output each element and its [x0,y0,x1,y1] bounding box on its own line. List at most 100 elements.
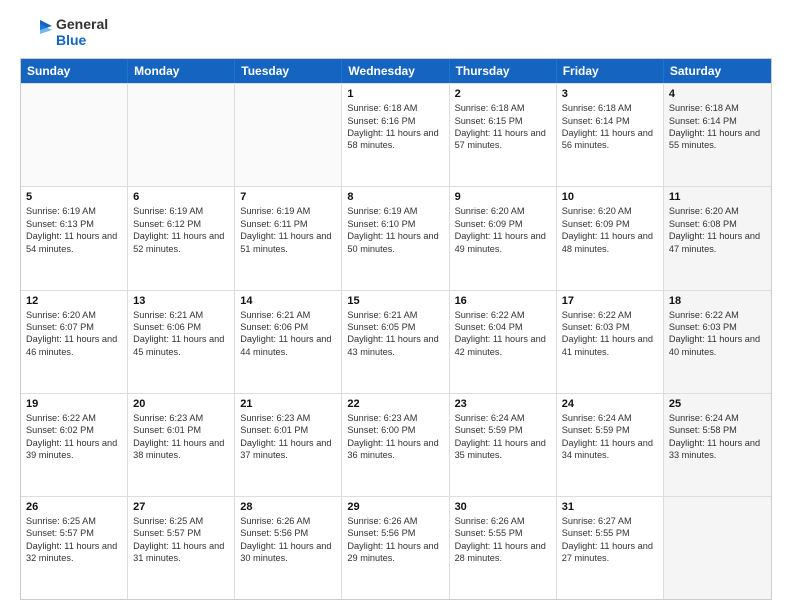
sunset-text: Sunset: 6:03 PM [562,321,658,333]
sunset-text: Sunset: 6:09 PM [455,218,551,230]
sunrise-text: Sunrise: 6:21 AM [347,309,443,321]
logo-bird-icon [20,16,52,48]
day-number: 6 [133,191,229,203]
sunset-text: Sunset: 6:13 PM [26,218,122,230]
day-cell-17: 17Sunrise: 6:22 AMSunset: 6:03 PMDayligh… [557,291,664,393]
day-number: 13 [133,295,229,307]
empty-cell-0-0 [21,84,128,186]
sunset-text: Sunset: 5:56 PM [240,527,336,539]
week-row-2: 5 Sunrise: 6:19 AMSunset: 6:13 PM Daylight… [21,186,771,289]
daylight-text: Daylight: 11 hours and 47 minutes. [669,230,766,255]
daylight-text: Daylight: 11 hours and 27 minutes. [562,540,658,565]
day-number: 15 [347,295,443,307]
sunrise-text: Sunrise: 6:18 AM [562,102,658,114]
sunset-text: Sunset: 6:09 PM [562,218,658,230]
day-cell-20: 20Sunrise: 6:23 AMSunset: 6:01 PMDayligh… [128,394,235,496]
sunset-text: Sunset: 6:04 PM [455,321,551,333]
empty-cell-4-6 [664,497,771,599]
day-number: 10 [562,191,658,203]
day-cell-31: 31Sunrise: 6:27 AMSunset: 5:55 PMDayligh… [557,497,664,599]
week-row-1: 1Sunrise: 6:18 AMSunset: 6:16 PMDaylight… [21,83,771,186]
sunrise-text: Sunrise: 6:23 AM [347,412,443,424]
sunrise-text: Sunrise: 6:20 AM [455,205,551,217]
sunrise-text: Sunrise: 6:22 AM [562,309,658,321]
day-number: 11 [669,191,766,203]
sunset-text: Sunset: 5:58 PM [669,424,766,436]
day-number: 14 [240,295,336,307]
daylight-text: Daylight: 11 hours and 55 minutes. [669,127,766,152]
daylight-text: Daylight: 11 hours and 56 minutes. [562,127,658,152]
day-cell-21: 21Sunrise: 6:23 AMSunset: 6:01 PMDayligh… [235,394,342,496]
day-cell-16: 16Sunrise: 6:22 AMSunset: 6:04 PMDayligh… [450,291,557,393]
day-cell-18: 18Sunrise: 6:22 AMSunset: 6:03 PMDayligh… [664,291,771,393]
daylight-text: Daylight: 11 hours and 52 minutes. [133,230,229,255]
sunset-text: Sunset: 5:59 PM [562,424,658,436]
sunset-text: Sunset: 6:15 PM [455,115,551,127]
daylight-text: Daylight: 11 hours and 31 minutes. [133,540,229,565]
sunset-text: Sunset: 6:01 PM [240,424,336,436]
day-cell-11: 11Sunrise: 6:20 AMSunset: 6:08 PMDayligh… [664,187,771,289]
sunrise-text: Sunrise: 6:24 AM [669,412,766,424]
sunset-text: Sunset: 6:16 PM [347,115,443,127]
week-row-5: 26Sunrise: 6:25 AMSunset: 5:57 PMDayligh… [21,496,771,599]
daylight-text: Daylight: 11 hours and 44 minutes. [240,333,336,358]
sunset-text: Sunset: 6:00 PM [347,424,443,436]
sunset-text: Sunset: 6:06 PM [133,321,229,333]
day-number: 8 [347,191,443,203]
sunrise-text: Sunrise: 6:26 AM [455,515,551,527]
sunset-text: Sunset: 6:12 PM [133,218,229,230]
daylight-text: Daylight: 11 hours and 34 minutes. [562,437,658,462]
sunset-text: Sunset: 5:57 PM [133,527,229,539]
day-cell-7: 7Sunrise: 6:19 AMSunset: 6:11 PMDaylight… [235,187,342,289]
sunset-text: Sunset: 6:07 PM [26,321,122,333]
daylight-text: Daylight: 11 hours and 51 minutes. [240,230,336,255]
sunrise-text: Sunrise: 6:19 AM [26,205,122,217]
daylight-text: Daylight: 11 hours and 58 minutes. [347,127,443,152]
col-header-tuesday: Tuesday [235,59,342,83]
day-number: 3 [562,88,658,100]
day-number: 4 [669,88,766,100]
sunset-text: Sunset: 6:03 PM [669,321,766,333]
day-number: 16 [455,295,551,307]
day-number: 22 [347,398,443,410]
sunset-text: Sunset: 5:55 PM [562,527,658,539]
day-number: 17 [562,295,658,307]
day-cell-12: 12Sunrise: 6:20 AMSunset: 6:07 PMDayligh… [21,291,128,393]
col-header-friday: Friday [557,59,664,83]
day-number: 31 [562,501,658,513]
sunrise-text: Sunrise: 6:21 AM [240,309,336,321]
day-cell-27: 27Sunrise: 6:25 AMSunset: 5:57 PMDayligh… [128,497,235,599]
sunset-text: Sunset: 6:11 PM [240,218,336,230]
logo-general-text: General [56,16,108,32]
sunset-text: Sunset: 6:10 PM [347,218,443,230]
sunrise-text: Sunrise: 6:25 AM [26,515,122,527]
sunrise-text: Sunrise: 6:22 AM [669,309,766,321]
day-cell-1: 1Sunrise: 6:18 AMSunset: 6:16 PMDaylight… [342,84,449,186]
day-number: 18 [669,295,766,307]
calendar-body: 1Sunrise: 6:18 AMSunset: 6:16 PMDaylight… [21,83,771,599]
calendar: SundayMondayTuesdayWednesdayThursdayFrid… [20,58,772,600]
day-cell-30: 30Sunrise: 6:26 AMSunset: 5:55 PMDayligh… [450,497,557,599]
daylight-text: Daylight: 11 hours and 36 minutes. [347,437,443,462]
day-number: 28 [240,501,336,513]
daylight-text: Daylight: 11 hours and 46 minutes. [26,333,122,358]
day-cell-19: 19Sunrise: 6:22 AMSunset: 6:02 PMDayligh… [21,394,128,496]
page: General Blue SundayMondayTuesdayWednesda… [0,0,792,612]
daylight-text: Daylight: 11 hours and 37 minutes. [240,437,336,462]
daylight-text: Daylight: 11 hours and 35 minutes. [455,437,551,462]
day-cell-23: 23Sunrise: 6:24 AMSunset: 5:59 PMDayligh… [450,394,557,496]
day-cell-4: 4Sunrise: 6:18 AMSunset: 6:14 PMDaylight… [664,84,771,186]
sunrise-text: Sunrise: 6:22 AM [26,412,122,424]
col-header-wednesday: Wednesday [342,59,449,83]
sunrise-text: Sunrise: 6:18 AM [455,102,551,114]
day-number: 5 [26,191,122,203]
col-header-sunday: Sunday [21,59,128,83]
daylight-text: Daylight: 11 hours and 45 minutes. [133,333,229,358]
empty-cell-0-1 [128,84,235,186]
sunrise-text: Sunrise: 6:21 AM [133,309,229,321]
day-number: 20 [133,398,229,410]
day-number: 19 [26,398,122,410]
daylight-text: Daylight: 11 hours and 50 minutes. [347,230,443,255]
day-number: 26 [26,501,122,513]
daylight-text: Daylight: 11 hours and 30 minutes. [240,540,336,565]
